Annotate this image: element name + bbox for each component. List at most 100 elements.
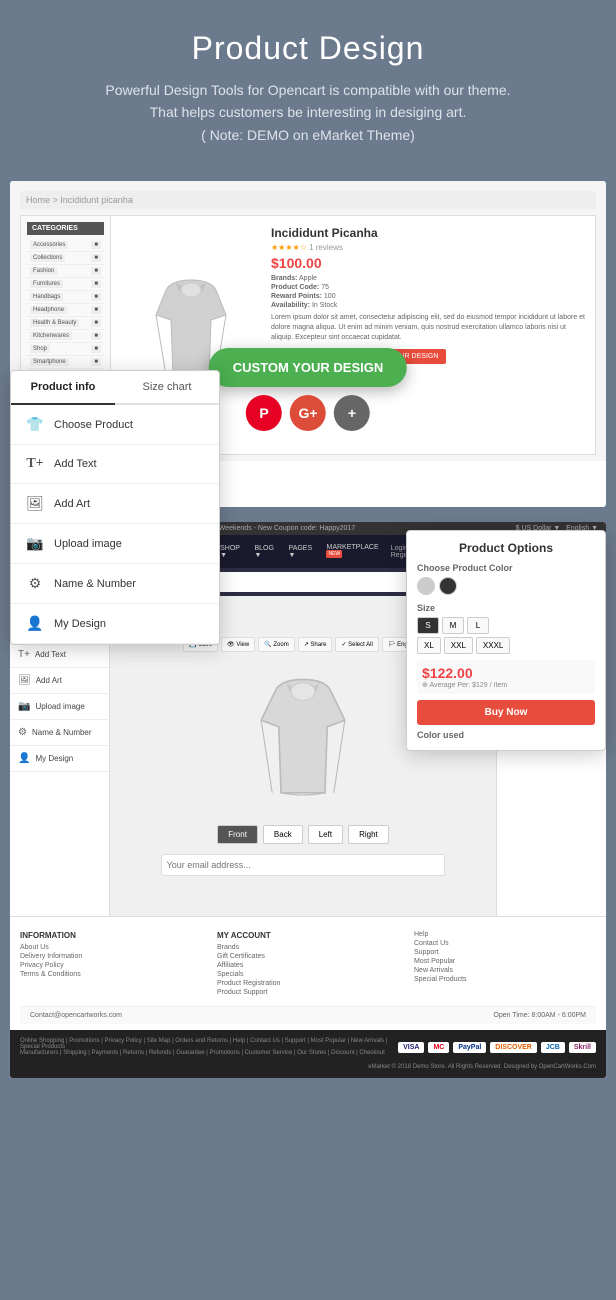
menu-upload-image-label: Upload image — [35, 702, 84, 711]
upload-image-icon: 📷 — [18, 701, 30, 712]
name-number-icon: ⚙ — [18, 727, 27, 738]
color-swatch-gray[interactable] — [417, 577, 435, 595]
open-time: Open Time: 8:00AM - 6:00PM — [493, 1012, 586, 1019]
footer-most-popular[interactable]: Most Popular — [414, 958, 596, 965]
view-btn[interactable]: 👁 View — [221, 637, 255, 652]
cat-kitchenwares[interactable]: Kitchenwares■ — [27, 330, 104, 343]
size-xxxl-btn[interactable]: XXXL — [476, 637, 510, 654]
footer-special-products[interactable]: Special Products — [414, 976, 596, 983]
footer-terms[interactable]: Terms & Conditions — [20, 971, 202, 978]
popup-my-design-label: My Design — [54, 618, 106, 630]
page-title: Product Design — [20, 30, 596, 67]
canvas-hoodie — [243, 665, 363, 815]
code-row: Product Code: 75 — [271, 284, 585, 291]
cat-furnitures[interactable]: Furnitures■ — [27, 278, 104, 291]
star-rating: ★★★★☆ 1 reviews — [271, 243, 585, 252]
footer-links: Online Shopping | Promotions | Privacy P… — [20, 1038, 394, 1056]
footer-contact[interactable]: Contact Us — [414, 940, 596, 947]
nav-blog[interactable]: BLOG ▼ — [254, 545, 280, 559]
size-xl-btn[interactable]: XL — [417, 637, 441, 654]
footer-privacy[interactable]: Privacy Policy — [20, 962, 202, 969]
right-view-btn[interactable]: Right — [348, 825, 389, 844]
size-xxl-btn[interactable]: XXL — [444, 637, 473, 654]
contact-email: Contact@opencartworks.com — [30, 1012, 122, 1019]
discover-icon: DISCOVER — [490, 1042, 537, 1053]
menu-add-art[interactable]: 🖼 Add Art — [10, 668, 109, 694]
mastercard-icon: MC — [428, 1042, 449, 1053]
cat-smartphone[interactable]: Smartphone■ — [27, 356, 104, 369]
canvas-hoodie-svg — [248, 670, 358, 810]
size-l-btn[interactable]: L — [467, 617, 489, 634]
footer-col-support: Help Contact Us Support Most Popular New… — [414, 931, 596, 998]
breadcrumb: Home > Incididunt picanha — [26, 195, 133, 205]
footer-specials[interactable]: Specials — [217, 971, 399, 978]
popup-name-number[interactable]: ⚙ Name & Number — [11, 564, 219, 604]
share-btn[interactable]: ↗ Share — [298, 637, 333, 652]
footer-new-arrivals[interactable]: New Arrivals — [414, 967, 596, 974]
cat-shop[interactable]: Shop■ — [27, 343, 104, 356]
footer-delivery[interactable]: Delivery Information — [20, 953, 202, 960]
add-more-icon[interactable]: + — [334, 395, 370, 431]
menu-name-number-label: Name & Number — [32, 728, 92, 737]
avg-price-value: $129 / Item — [472, 682, 507, 689]
pinterest-icon[interactable]: P — [246, 395, 282, 431]
demo-note: ( Note: DEMO on eMarket Theme) — [20, 124, 596, 146]
footer-product-reg[interactable]: Product Registration — [217, 980, 399, 987]
custom-design-button[interactable]: CUSTOM YOUR DESIGN — [209, 348, 407, 387]
cat-handbags[interactable]: Handbags■ — [27, 291, 104, 304]
zoom-btn[interactable]: 🔍 Zoom — [258, 637, 294, 652]
popup-my-design-icon: 👤 — [26, 615, 44, 632]
cat-fashion[interactable]: Fashion■ — [27, 265, 104, 278]
product-title: Incididunt Picanha — [271, 226, 585, 240]
header-section: Product Design Powerful Design Tools for… — [0, 0, 616, 166]
description-line1: Powerful Design Tools for Opencart is co… — [20, 79, 596, 101]
size-m-btn[interactable]: M — [442, 617, 464, 634]
size-row-1: S M L — [417, 617, 595, 634]
menu-add-text[interactable]: T+ Add Text — [10, 642, 109, 668]
gplus-icon[interactable]: G+ — [290, 395, 326, 431]
footer-help[interactable]: Help — [414, 931, 596, 938]
social-icons-row: P G+ + — [209, 395, 407, 431]
select-all-btn[interactable]: ✓ Select All — [335, 637, 378, 652]
footer-brands[interactable]: Brands — [217, 944, 399, 951]
paypal-icon: PayPal — [453, 1042, 486, 1053]
description-line2: That helps customers be interesting in d… — [20, 101, 596, 123]
avg-label: Average Per — [429, 682, 468, 689]
menu-my-design[interactable]: 👤 My Design — [10, 746, 109, 772]
nav-shop[interactable]: SHOP ▼ — [220, 545, 246, 559]
jcb-icon: JCB — [541, 1042, 565, 1053]
front-view-btn[interactable]: Front — [217, 825, 258, 844]
menu-name-number[interactable]: ⚙ Name & Number — [10, 720, 109, 746]
footer-col-account: MY ACCOUNT Brands Gift Certificates Affi… — [217, 931, 399, 998]
left-view-btn[interactable]: Left — [308, 825, 343, 844]
cat-collections[interactable]: Collections■ — [27, 252, 104, 265]
footer-about[interactable]: About Us — [20, 944, 202, 951]
buy-now-button[interactable]: Buy Now — [417, 700, 595, 725]
copyright: eMarket © 2018 Demo Store. All Rights Re… — [368, 1064, 596, 1070]
footer-support[interactable]: Support — [414, 949, 596, 956]
color-swatch-black[interactable] — [439, 577, 457, 595]
footer-columns: INFORMATION About Us Delivery Informatio… — [20, 923, 596, 1006]
footer-product-support[interactable]: Product Support — [217, 989, 399, 996]
popup-upload-image[interactable]: 📷 Upload image — [11, 524, 219, 564]
email-input[interactable] — [161, 854, 446, 876]
menu-upload-image[interactable]: 📷 Upload image — [10, 694, 109, 720]
footer-affiliates[interactable]: Affiliates — [217, 962, 399, 969]
cat-headphone[interactable]: Headphone■ — [27, 304, 104, 317]
size-option-label: Size — [417, 603, 595, 613]
right-popup-panel: Product Options Choose Product Color Siz… — [406, 530, 606, 751]
payment-icons: VISA MC PayPal DISCOVER JCB Skrill — [398, 1042, 596, 1053]
cat-accessories[interactable]: Accessories■ — [27, 239, 104, 252]
size-section: Size S M L XL XXL XXXL — [417, 603, 595, 654]
size-s-btn[interactable]: S — [417, 617, 439, 634]
menu-my-design-label: My Design — [35, 754, 73, 763]
color-option-label: Choose Product Color — [417, 563, 595, 573]
nav-marketplace[interactable]: MARKETPLACE NEW — [326, 544, 390, 560]
popup-my-design[interactable]: 👤 My Design — [11, 604, 219, 644]
visa-icon: VISA — [398, 1042, 424, 1053]
footer-gift-cert[interactable]: Gift Certificates — [217, 953, 399, 960]
back-view-btn[interactable]: Back — [263, 825, 303, 844]
nav-pages[interactable]: PAGES ▼ — [289, 545, 319, 559]
footer-info-title: INFORMATION — [20, 931, 202, 940]
cat-health[interactable]: Health & Beauty■ — [27, 317, 104, 330]
